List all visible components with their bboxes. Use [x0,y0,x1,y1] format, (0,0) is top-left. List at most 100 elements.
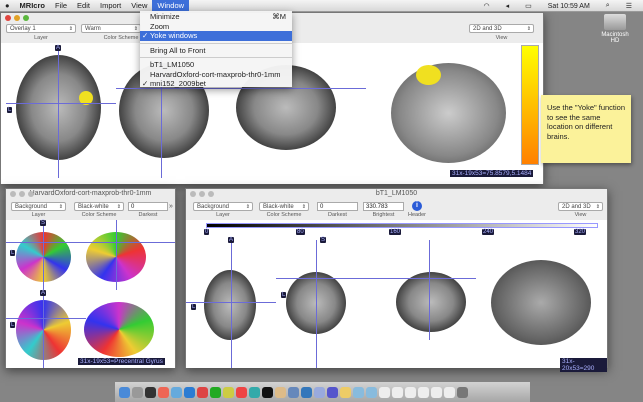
more-controls-button[interactable]: » [169,203,173,210]
menu-window[interactable]: Window [152,0,190,12]
menu-item-bring-all-to-front[interactable]: Bring All to Front [140,46,292,56]
apple-icon[interactable]: ● [0,1,15,10]
powerpoint-icon[interactable] [197,386,208,398]
window-controls[interactable] [190,191,214,197]
word-icon[interactable] [184,386,195,398]
orientation-tag: S [320,237,327,243]
app-icon[interactable] [327,386,338,398]
window-controls[interactable] [10,191,34,197]
colorbar-tick: 240 [482,229,495,235]
document-icon[interactable] [392,386,403,398]
color-scheme-select[interactable]: Warm [81,24,141,33]
status-readout: 31x-19x53=Precentral Gyrus [78,358,165,365]
orientation-tag: A [40,290,47,296]
app-icon[interactable] [145,386,156,398]
sagittal-slice [396,272,466,332]
axial-slice [204,270,256,340]
menu-edit[interactable]: Edit [72,1,95,10]
app-icon[interactable] [158,386,169,398]
window-title: bT1_LM1050 [375,190,418,197]
status-readout: 31x-20x53=290 [560,358,607,372]
app-icon[interactable] [288,386,299,398]
orientation-tag: L [281,292,287,298]
folder-icon[interactable] [366,386,377,398]
app-menu[interactable]: MRIcro [15,1,50,10]
document-icon[interactable] [444,386,455,398]
color-scheme-label: Color Scheme [266,212,302,218]
wifi-icon[interactable]: ◠ [479,2,495,10]
document-icon[interactable] [418,386,429,398]
3d-render [491,260,591,345]
menu-item-yoke-windows[interactable]: ✓ Yoke windows [140,31,292,41]
menu-item-zoom[interactable]: Zoom [140,22,292,32]
document-icon[interactable] [431,386,442,398]
trash-icon[interactable] [457,386,468,398]
t1-canvas[interactable]: 0 80 160 240 320 A S L L 31x-20x53=290 [186,220,607,372]
menu-item-mni152[interactable]: ✓ mni152_2009bet [140,79,292,89]
layer-select[interactable]: Background [11,202,66,211]
darkest-field[interactable]: 0 [128,202,168,211]
view-label: View [495,35,508,41]
window-title: HarvardOxford-cort-maxprob-thr0-1mm [29,190,152,197]
app-icon[interactable] [340,386,351,398]
layer-label: Layer [31,212,46,218]
volume-icon[interactable]: ◂ [501,2,515,10]
safari-icon[interactable] [171,386,182,398]
menu-bar: ● MRIcro File Edit Import View Window ◠ ◂… [0,0,643,12]
dock [115,382,530,402]
darkest-label: Darkest [328,212,347,218]
macintosh-hd-icon[interactable]: Macintosh HD [600,14,630,44]
brightest-label: Brightest [372,212,395,218]
menu-import[interactable]: Import [95,1,126,10]
layer-label: Layer [216,212,230,218]
orientation-tag: L [191,304,197,310]
menu-item-minimize[interactable]: Minimize ⌘M [140,12,292,22]
virtualbox-icon[interactable] [301,386,312,398]
color-scheme-select[interactable]: Black-white [74,202,124,211]
app-icon[interactable] [275,386,286,398]
clock[interactable]: Sat 10:59 AM [543,3,595,10]
document-icon[interactable] [379,386,390,398]
colorbar-tick: 320 [574,229,587,235]
menu-item-bt1[interactable]: bT1_LM1050 [140,60,292,70]
color-scheme-select[interactable]: Black-white [259,202,309,211]
app-icon[interactable] [132,386,143,398]
app-icon[interactable] [223,386,234,398]
battery-icon[interactable]: ▭ [520,2,537,10]
header-label: Header [407,212,427,218]
atlas-3d-render [84,302,154,357]
app-icon[interactable] [314,386,325,398]
view-select[interactable]: 2D and 3D [469,24,534,33]
layer-select[interactable]: Overlay 1 [6,24,76,33]
darkest-field[interactable]: 0 [317,202,358,211]
orientation-tag: A [228,237,235,243]
colorbar-tick: 0 [204,229,210,235]
header-info-icon[interactable]: i [412,201,422,211]
menu-file[interactable]: File [50,1,72,10]
intensity-colorbar [206,223,598,228]
terminal-icon[interactable] [262,386,273,398]
finder-icon[interactable] [119,386,130,398]
orientation-tag: L [10,250,16,256]
list-icon[interactable]: ☰ [621,2,637,10]
sticky-note[interactable]: Use the "Yoke" function to see the same … [541,95,631,163]
folder-icon[interactable] [353,386,364,398]
excel-icon[interactable] [210,386,221,398]
menu-item-harvardoxford[interactable]: HarvardOxford-cort-maxprob-thr0-1mm [140,70,292,80]
layer-label: Layer [34,35,48,41]
app-icon[interactable] [236,386,247,398]
layer-select[interactable]: Background [193,202,253,211]
atlas-canvas[interactable]: S L A L 31x-19x53=Precentral Gyrus [6,220,175,368]
search-icon[interactable]: ⌕ [601,2,615,10]
t1-window: bT1_LM1050 Background Layer Black-white … [185,188,608,372]
document-icon[interactable] [405,386,416,398]
brightest-field[interactable]: 330.783 [363,202,404,211]
view-select[interactable]: 2D and 3D [558,202,603,211]
atlas-window: HarvardOxford-cort-maxprob-thr0-1mm Back… [5,188,176,368]
menu-view[interactable]: View [126,1,152,10]
window-controls[interactable] [5,15,29,21]
colorbar-tick: 160 [389,229,402,235]
app-icon[interactable] [249,386,260,398]
note-text: Use the "Yoke" function to see the same … [547,103,626,141]
darkest-label: Darkest [138,212,158,218]
